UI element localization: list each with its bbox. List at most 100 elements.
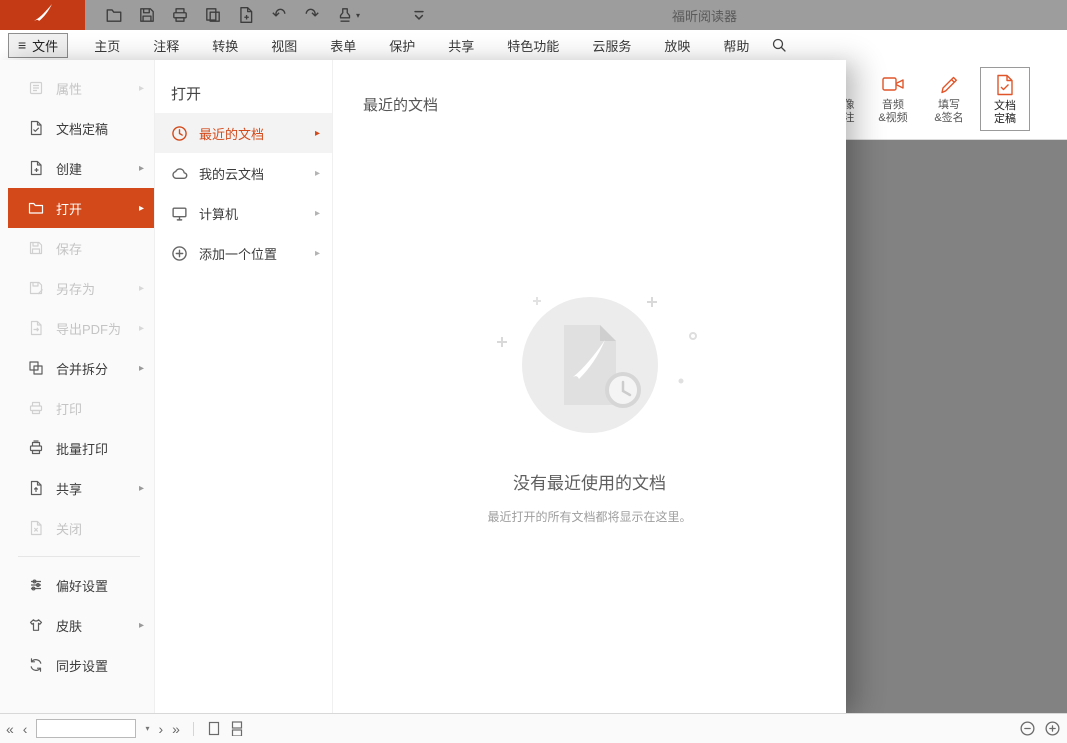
tab-home[interactable]: 主页 (94, 36, 120, 55)
open-file-icon[interactable] (105, 6, 123, 24)
chevron-right-icon: ▸ (139, 283, 144, 294)
ribbon-button-label: 填写 (938, 99, 960, 112)
tab-share[interactable]: 共享 (448, 36, 474, 55)
create-icon (28, 160, 44, 176)
file-menu-item-open[interactable]: 打开 ▸ (8, 188, 154, 228)
item-label: 添加一个位置 (199, 244, 277, 263)
titlebar: ↶ ↷ ▾ 福昕阅读器 (0, 0, 1067, 30)
chevron-right-icon: ▸ (139, 203, 144, 214)
file-menu-item-doc-finalize[interactable]: 文档定稿 (8, 108, 154, 148)
ribbon-button-doc-finalize[interactable]: 文档 定稿 (980, 67, 1030, 131)
open-item-add-place[interactable]: 添加一个位置 ▸ (155, 233, 332, 273)
chevron-right-icon: ▸ (139, 323, 144, 334)
copy-document-icon[interactable] (204, 6, 222, 24)
statusbar: « ‹ ▾ › » (0, 713, 1067, 743)
last-page-button[interactable]: » (172, 722, 180, 736)
properties-icon (28, 80, 44, 96)
item-label: 打印 (56, 399, 82, 418)
open-item-computer[interactable]: 计算机 ▸ (155, 193, 332, 233)
item-label: 同步设置 (56, 656, 108, 675)
hamburger-icon: ≡ (18, 37, 26, 53)
file-menu-item-batch-print[interactable]: 批量打印 (8, 428, 154, 468)
item-label: 合并拆分 (56, 359, 108, 378)
tab-view[interactable]: 视图 (271, 36, 297, 55)
item-label: 计算机 (199, 204, 238, 223)
add-place-icon (171, 245, 188, 262)
save-icon (28, 240, 44, 256)
file-menu-item-save[interactable]: 保存 (8, 228, 154, 268)
page-number-input[interactable] (36, 719, 136, 738)
tab-cloud-service[interactable]: 云服务 (592, 36, 631, 55)
tab-slideshow[interactable]: 放映 (664, 36, 690, 55)
single-page-view-button[interactable] (207, 721, 221, 736)
file-menu-item-save-as[interactable]: 另存为 ▸ (8, 268, 154, 308)
recent-documents-panel: 最近的文档 (333, 60, 846, 713)
close-icon (28, 520, 44, 536)
doc-finalize-icon (28, 120, 44, 136)
file-menu-item-sync-settings[interactable]: 同步设置 (8, 645, 154, 685)
merge-split-icon (28, 360, 44, 376)
ribbon-button-audio-video[interactable]: 音频 &视频 (868, 67, 918, 131)
app-logo-button[interactable] (0, 0, 85, 30)
ribbon-button-label: 音频 (882, 99, 904, 112)
file-menu-item-share[interactable]: 共享 ▸ (8, 468, 154, 508)
tab-comment[interactable]: 注释 (153, 36, 179, 55)
tab-help[interactable]: 帮助 (723, 36, 749, 55)
ribbon-tabs: 主页 注释 转换 视图 表单 保护 共享 特色功能 云服务 放映 帮助 (94, 36, 749, 55)
empty-state-title: 没有最近使用的文档 (513, 469, 666, 494)
tab-form[interactable]: 表单 (330, 36, 356, 55)
empty-documents-illustration (480, 295, 700, 460)
recent-empty-state: 没有最近使用的文档 最近打开的所有文档都将显示在这里。 (333, 295, 846, 525)
file-menu-item-print[interactable]: 打印 (8, 388, 154, 428)
item-label: 文档定稿 (56, 119, 108, 138)
continuous-page-view-button[interactable] (230, 721, 244, 736)
file-menu-overlay: 属性 ▸ 文档定稿 创建 ▸ 打开 ▸ 保存 (0, 60, 846, 713)
quick-access-customize-icon[interactable] (410, 6, 428, 24)
undo-icon[interactable]: ↶ (270, 6, 288, 24)
new-document-icon[interactable] (237, 6, 255, 24)
file-menu-item-export-pdf[interactable]: 导出PDF为 ▸ (8, 308, 154, 348)
zoom-out-button[interactable] (1019, 720, 1036, 737)
menubar: ≡ 文件 主页 注释 转换 视图 表单 保护 共享 特色功能 云服务 放映 帮助 (0, 30, 1067, 60)
print-icon[interactable] (171, 6, 189, 24)
page-dropdown-caret-icon[interactable]: ▾ (145, 724, 149, 733)
prev-page-button[interactable]: ‹ (23, 722, 28, 736)
ribbon-button-label: 文档 (994, 100, 1016, 113)
tab-special-features[interactable]: 特色功能 (507, 36, 559, 55)
menu-divider (18, 556, 140, 557)
next-page-button[interactable]: › (158, 722, 163, 736)
file-menu-item-preferences[interactable]: 偏好设置 (8, 565, 154, 605)
chevron-right-icon: ▸ (139, 483, 144, 494)
search-icon[interactable] (771, 37, 787, 53)
open-panel: 打开 最近的文档 ▸ 我的云文档 ▸ 计算机 ▸ 添加一个位置 ▸ (155, 60, 333, 713)
save-icon[interactable] (138, 6, 156, 24)
item-label: 批量打印 (56, 439, 108, 458)
zoom-in-button[interactable] (1044, 720, 1061, 737)
window-title: 福昕阅读器 (672, 0, 737, 30)
chevron-right-icon: ▸ (139, 620, 144, 631)
item-label: 导出PDF为 (56, 319, 121, 338)
item-label: 保存 (56, 239, 82, 258)
ribbon-button-fill-sign[interactable]: 填写 &签名 (924, 67, 974, 131)
first-page-button[interactable]: « (6, 722, 14, 736)
file-menu-button[interactable]: ≡ 文件 (8, 33, 68, 58)
redo-icon[interactable]: ↷ (303, 6, 321, 24)
file-menu-item-properties[interactable]: 属性 ▸ (8, 68, 154, 108)
foxit-logo-icon (30, 1, 56, 30)
file-menu-item-merge-split[interactable]: 合并拆分 ▸ (8, 348, 154, 388)
chevron-right-icon: ▸ (315, 128, 320, 139)
file-menu-item-skin[interactable]: 皮肤 ▸ (8, 605, 154, 645)
item-label: 皮肤 (56, 616, 82, 635)
fill-sign-icon (938, 70, 960, 97)
stamp-tool-dropdown[interactable]: ▾ (336, 6, 360, 24)
file-menu-sidebar: 属性 ▸ 文档定稿 创建 ▸ 打开 ▸ 保存 (0, 60, 155, 713)
file-menu-item-close[interactable]: 关闭 (8, 508, 154, 548)
preferences-icon (28, 577, 44, 593)
ribbon-button-label: &签名 (934, 112, 963, 125)
tab-protect[interactable]: 保护 (389, 36, 415, 55)
open-item-recent-documents[interactable]: 最近的文档 ▸ (155, 113, 332, 153)
file-menu-item-create[interactable]: 创建 ▸ (8, 148, 154, 188)
open-item-cloud-documents[interactable]: 我的云文档 ▸ (155, 153, 332, 193)
tab-convert[interactable]: 转换 (212, 36, 238, 55)
item-label: 创建 (56, 159, 82, 178)
